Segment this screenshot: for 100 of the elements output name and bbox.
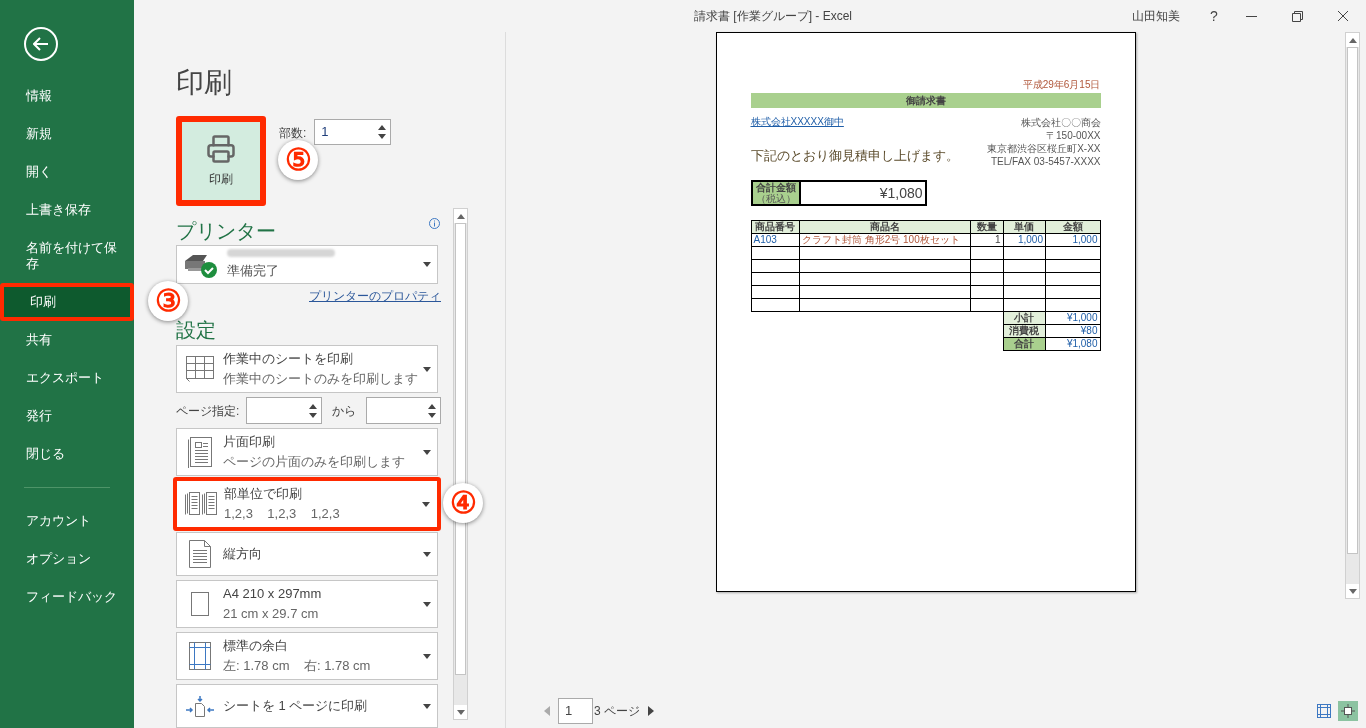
scroll-up-icon[interactable] bbox=[1348, 37, 1357, 43]
option-title: A4 210 x 297mm bbox=[223, 585, 323, 603]
sidebar-item[interactable]: 発行 bbox=[0, 397, 134, 435]
option-title: 縦方向 bbox=[223, 545, 263, 563]
settings-dropdown[interactable]: 作業中のシートを印刷 作業中のシートのみを印刷します bbox=[176, 345, 438, 393]
printer-properties-link[interactable]: プリンターのプロパティ bbox=[309, 287, 441, 305]
restore-icon bbox=[1291, 10, 1303, 22]
back-arrow-icon bbox=[33, 37, 49, 51]
grid-sheet-icon bbox=[185, 355, 215, 383]
scroll-down-icon[interactable] bbox=[1348, 588, 1357, 594]
zoom-to-page-button[interactable] bbox=[1338, 701, 1358, 721]
option-title: 片面印刷 bbox=[223, 433, 276, 451]
sidebar-item[interactable]: 名前を付けて保存 bbox=[0, 229, 134, 283]
dropdown-caret-icon bbox=[423, 366, 431, 372]
column-header: 商品名 bbox=[799, 220, 971, 234]
printer-heading: プリンター bbox=[176, 219, 276, 244]
copies-label: 部数: bbox=[279, 125, 307, 142]
settings-dropdown[interactable]: 片面印刷 ページの片面のみを印刷します bbox=[176, 428, 438, 476]
margins-icon bbox=[1317, 704, 1331, 718]
dropdown-caret-icon bbox=[423, 551, 431, 557]
invoice-date: 平成29年6月15日 bbox=[1022, 79, 1101, 91]
sender-info: 東京都渋谷区桜丘町X-XX bbox=[987, 142, 1101, 155]
spinner-arrows-icon[interactable] bbox=[378, 124, 387, 140]
tax-included-label: （税込） bbox=[755, 193, 796, 204]
sidebar-item[interactable]: 閉じる bbox=[0, 435, 134, 473]
option-description: ページの片面のみを印刷します bbox=[223, 453, 406, 471]
summary-value: ¥1,000 bbox=[1045, 311, 1100, 325]
table-cell: クラフト封筒 角形2号 100枚セット bbox=[799, 233, 971, 247]
step-number-callout: ④ bbox=[443, 483, 483, 523]
dropdown-caret-icon bbox=[423, 703, 431, 709]
recipient-name: 株式会社XXXXX御中 bbox=[750, 116, 845, 128]
settings-dropdown[interactable]: A4 210 x 297mm 21 cm x 29.7 cm bbox=[176, 580, 438, 628]
summary-value: ¥1,080 bbox=[1045, 337, 1100, 351]
sidebar-item[interactable]: 共有 bbox=[0, 321, 134, 359]
invoice-message: 下記のとおり御見積申し上げます。 bbox=[750, 148, 959, 164]
minimize-icon bbox=[1245, 15, 1257, 17]
option-title: シートを 1 ページに印刷 bbox=[223, 697, 369, 715]
settings-dropdown[interactable]: シートを 1 ページに印刷 bbox=[176, 684, 438, 728]
total-amount-label: 合計金額 bbox=[755, 182, 796, 193]
table-cell: A103 bbox=[751, 233, 800, 247]
spinner-arrows-icon[interactable] bbox=[308, 402, 317, 419]
sidebar-item[interactable]: 印刷 bbox=[0, 283, 134, 321]
show-margins-button[interactable] bbox=[1314, 701, 1334, 721]
fit-to-page-icon bbox=[185, 695, 215, 717]
step-number-callout: ③ bbox=[148, 281, 188, 321]
window-title: 請求書 [作業グループ] - Excel bbox=[694, 8, 852, 25]
column-header: 商品番号 bbox=[751, 220, 800, 234]
summary-value: ¥80 bbox=[1045, 324, 1100, 338]
sidebar-item[interactable]: 上書き保存 bbox=[0, 191, 134, 229]
to-label: から bbox=[330, 402, 357, 420]
blank-page-icon bbox=[190, 591, 210, 617]
one-sided-page-icon bbox=[187, 436, 213, 468]
spinner-arrows-icon[interactable] bbox=[428, 402, 436, 419]
settings-heading: 設定 bbox=[176, 318, 217, 343]
option-title: 部単位で印刷 bbox=[224, 485, 303, 503]
dropdown-caret-icon bbox=[422, 501, 430, 507]
settings-dropdown[interactable]: 縦方向 bbox=[176, 532, 438, 576]
close-icon bbox=[1337, 10, 1349, 22]
settings-dropdown[interactable]: 部単位で印刷 1,2,3 1,2,3 1,2,3 bbox=[173, 477, 441, 531]
user-name: 山田知美 bbox=[1132, 8, 1180, 25]
option-description: 21 cm x 29.7 cm bbox=[223, 605, 320, 623]
back-button[interactable] bbox=[24, 27, 58, 61]
page-count: 3 ページ bbox=[594, 703, 640, 720]
option-title: 標準の余白 bbox=[223, 637, 289, 655]
page-number-field[interactable]: 1 bbox=[558, 698, 593, 724]
invoice-title: 御請求書 bbox=[750, 93, 1101, 108]
vertical-scrollbar[interactable] bbox=[1345, 32, 1360, 599]
column-header: 単価 bbox=[1003, 220, 1046, 234]
info-icon[interactable] bbox=[429, 218, 440, 229]
page-heading: 印刷 bbox=[176, 66, 233, 100]
sidebar-item[interactable]: オプション bbox=[0, 540, 134, 578]
print-button[interactable]: 印刷 bbox=[176, 116, 266, 206]
step-number-callout: ⑤ bbox=[278, 140, 318, 180]
option-description: 左: 1.78 cm 右: 1.78 cm bbox=[223, 657, 372, 675]
scroll-down-icon[interactable] bbox=[456, 709, 465, 715]
settings-dropdown[interactable]: 標準の余白 左: 1.78 cm 右: 1.78 cm bbox=[176, 632, 438, 680]
table-cell: 1 bbox=[970, 233, 1004, 247]
sidebar-item[interactable]: フィードバック bbox=[0, 578, 134, 616]
collated-pages-icon bbox=[184, 491, 218, 517]
sidebar-item[interactable]: 開く bbox=[0, 153, 134, 191]
next-page-icon[interactable] bbox=[648, 706, 654, 716]
column-header: 金額 bbox=[1045, 220, 1100, 234]
scroll-up-icon[interactable] bbox=[456, 213, 465, 219]
page-to-field[interactable] bbox=[365, 397, 441, 424]
help-button[interactable]: ? bbox=[1200, 5, 1228, 27]
sidebar-item[interactable]: 情報 bbox=[0, 77, 134, 115]
page-from-field[interactable] bbox=[246, 397, 322, 424]
total-amount: ¥1,080 bbox=[878, 183, 924, 203]
fit-page-icon bbox=[1341, 704, 1355, 718]
option-title: 作業中のシートを印刷 bbox=[223, 350, 354, 368]
sidebar-item[interactable]: アカウント bbox=[0, 502, 134, 540]
printer-icon bbox=[206, 134, 236, 164]
option-description: 作業中のシートのみを印刷します bbox=[223, 370, 419, 388]
printer-dropdown[interactable]: 準備完了 bbox=[176, 245, 438, 284]
sidebar-item[interactable]: 新規 bbox=[0, 115, 134, 153]
copies-field[interactable]: 1 bbox=[314, 119, 392, 145]
dropdown-caret-icon bbox=[423, 601, 431, 607]
sidebar-item[interactable]: エクスポート bbox=[0, 359, 134, 397]
scrollbar-thumb[interactable] bbox=[1347, 47, 1358, 554]
printer-status: 準備完了 bbox=[227, 261, 280, 280]
